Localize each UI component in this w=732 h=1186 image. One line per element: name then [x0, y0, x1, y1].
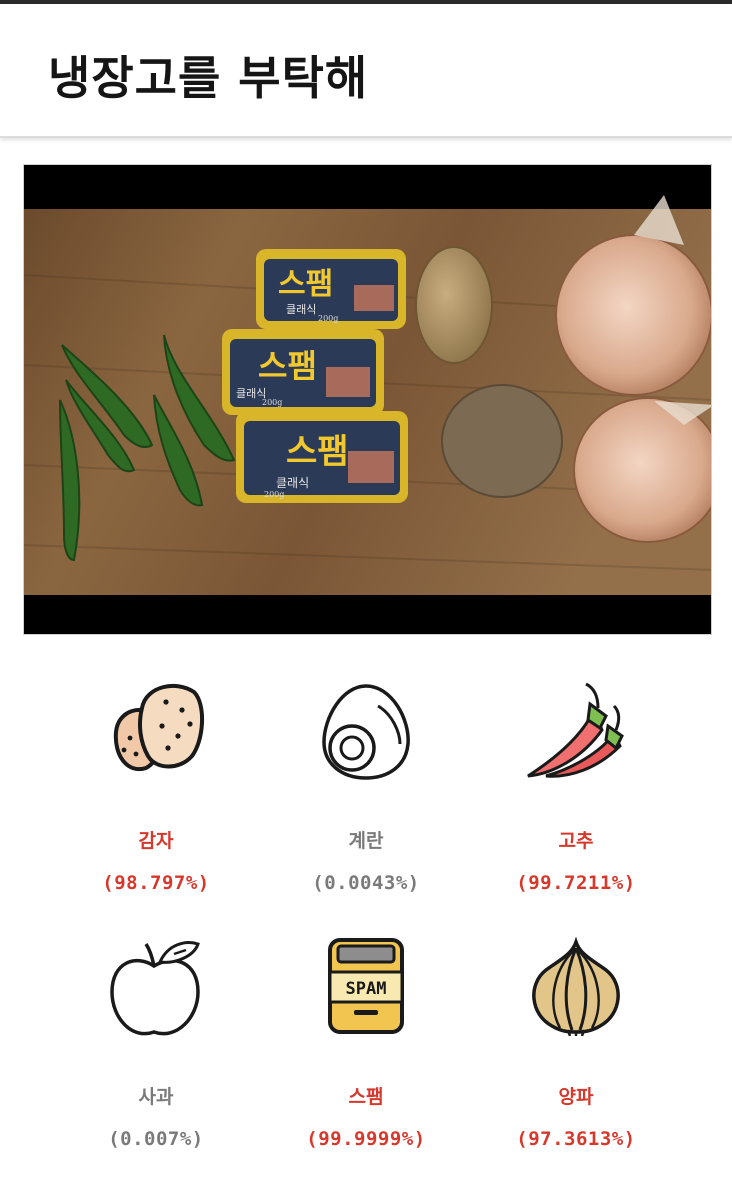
svg-text:200g: 200g	[264, 490, 284, 499]
app-header: 냉장고를 부탁해	[0, 4, 732, 138]
potato-icon	[106, 680, 206, 780]
ingredient-name: 스팸	[348, 1086, 384, 1108]
svg-text:SPAM: SPAM	[346, 979, 387, 999]
svg-text:스팸: 스팸	[258, 347, 317, 385]
svg-text:클래식: 클래식	[286, 303, 316, 316]
ingredient-percent: (0.0043%)	[312, 872, 420, 894]
ingredient-name: 고추	[558, 830, 594, 852]
ingredient-name: 감자	[138, 830, 174, 852]
svg-text:클래식: 클래식	[276, 476, 309, 490]
svg-text:스팸: 스팸	[278, 267, 333, 302]
ingredient-percent: (99.7211%)	[516, 872, 636, 894]
ingredient-percent: (98.797%)	[102, 872, 210, 894]
spam-can-icon: SPAM	[316, 936, 416, 1036]
ingredient-name: 계란	[348, 830, 384, 852]
ingredient-percent: (0.007%)	[108, 1128, 204, 1150]
ingredient-name: 양파	[558, 1086, 594, 1108]
svg-text:200g: 200g	[262, 398, 282, 407]
chili-pepper-icon	[526, 680, 626, 780]
ingredient-percent: (99.9999%)	[306, 1128, 426, 1150]
onion-icon	[526, 936, 626, 1037]
ingredient-photo: 스팸 클래식 200g 스팸 클래식 200g 스팸 클래식 200g	[23, 164, 712, 635]
egg-icon	[316, 680, 416, 780]
ingredient-name: 사과	[138, 1086, 174, 1108]
apple-icon	[106, 936, 206, 1036]
svg-text:200g: 200g	[318, 314, 338, 323]
app-title: 냉장고를 부탁해	[48, 51, 369, 105]
svg-text:스팸: 스팸	[286, 432, 349, 472]
ingredient-percent: (97.3613%)	[516, 1128, 636, 1150]
